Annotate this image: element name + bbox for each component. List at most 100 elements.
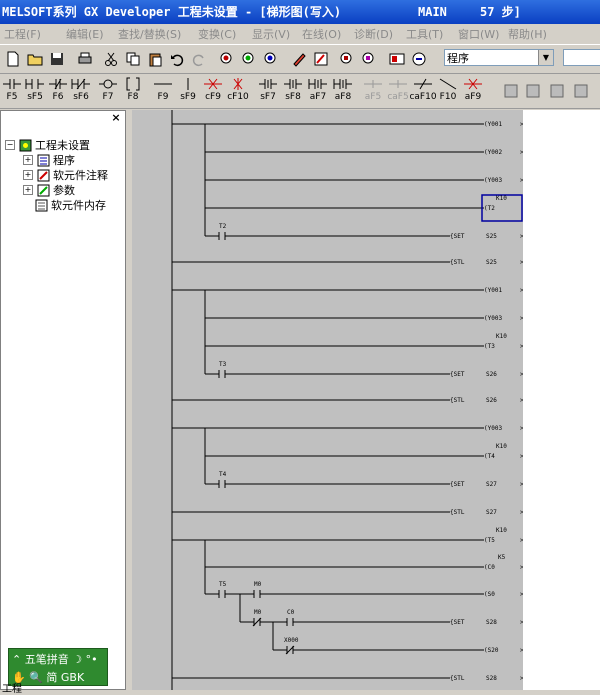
ime-name: 五笔拼音	[24, 653, 69, 666]
ladder-margin	[523, 110, 600, 690]
key-label: caF10	[409, 92, 437, 102]
comment-edit-icon[interactable]	[288, 48, 310, 70]
ime-status-bar[interactable]: ⌃ 五笔拼音 ☽ °• ✋ 🔍 简 GBK	[8, 648, 108, 686]
menu-project[interactable]: 工程(F)	[4, 26, 41, 42]
menu-tools[interactable]: 工具(T)	[406, 26, 443, 42]
tree-item-device-memory[interactable]: 软元件内存	[35, 197, 106, 213]
find-device-icon[interactable]	[216, 48, 238, 70]
coil-y001: (Y001	[484, 121, 502, 128]
invert-button[interactable]: caF10	[409, 76, 437, 106]
coil-y002: (Y002	[484, 149, 502, 156]
ime-mode: 简 GBK	[46, 671, 85, 684]
rising-edge-button[interactable]: sF7	[257, 76, 279, 106]
key-label: caF5	[387, 92, 409, 102]
delete-vertical-button[interactable]: cF10	[227, 76, 249, 106]
open-folder-icon[interactable]	[24, 48, 46, 70]
monitor-write-icon[interactable]	[358, 48, 380, 70]
find-contact-icon[interactable]	[260, 48, 282, 70]
contact-t3: T3	[219, 361, 227, 368]
write-mode-icon[interactable]	[522, 80, 544, 102]
step-icon[interactable]	[570, 80, 592, 102]
ladder-diagram[interactable]: > > > > > > > > > > > > > > > > > > > > …	[132, 110, 523, 690]
falling-edge-button[interactable]: sF8	[282, 76, 304, 106]
parallel-nc-contact-icon	[71, 78, 90, 90]
delete-vertical-icon	[233, 78, 243, 90]
paste-icon[interactable]	[144, 48, 166, 70]
monitor-icon[interactable]	[336, 48, 358, 70]
menu-window[interactable]: 窗口(W)	[458, 26, 499, 42]
k-value: K10	[496, 443, 507, 450]
contact-m0: M0	[254, 609, 262, 616]
tree-item-comment[interactable]: + 软元件注释	[23, 167, 108, 183]
vertical-line-button[interactable]: sF9	[177, 76, 199, 106]
bottom-tab-label[interactable]: 工程	[2, 680, 22, 695]
operand-s25: S25	[486, 259, 497, 266]
delete-horizontal-button[interactable]: cF9	[202, 76, 224, 106]
delete-line-button[interactable]: aF9	[462, 76, 484, 106]
parallel-no-contact-button[interactable]: sF5	[24, 76, 46, 106]
tree-item-program[interactable]: + 程序	[23, 152, 75, 168]
no-contact-button[interactable]: F5	[1, 76, 23, 106]
print-icon[interactable]	[74, 48, 96, 70]
expand-icon[interactable]: +	[23, 170, 33, 180]
collapse-icon[interactable]: −	[5, 140, 15, 150]
copy-icon[interactable]	[122, 48, 144, 70]
k-value: K5	[498, 554, 506, 561]
invert-icon	[414, 78, 432, 90]
key-label: F7	[102, 92, 114, 102]
menu-help[interactable]: 帮助(H)	[508, 26, 547, 42]
program-select-value: 程序	[447, 52, 469, 65]
nc-contact-button[interactable]: F6	[47, 76, 69, 106]
parallel-nc-contact-button[interactable]: sF6	[70, 76, 92, 106]
save-icon[interactable]	[46, 48, 68, 70]
menu-convert[interactable]: 变换(C)	[198, 26, 236, 42]
device-memory-icon	[35, 199, 48, 211]
operation-falling-icon	[389, 80, 407, 88]
undo-icon[interactable]	[166, 48, 188, 70]
secondary-select[interactable]	[563, 49, 600, 66]
device-comment-icon	[37, 169, 50, 181]
key-label: F10	[439, 92, 457, 102]
cut-icon[interactable]	[100, 48, 122, 70]
inst-stl: {STL	[450, 675, 465, 682]
read-mode-icon[interactable]	[500, 80, 522, 102]
expand-icon[interactable]: +	[23, 185, 33, 195]
menu-view[interactable]: 显示(V)	[252, 26, 290, 42]
program-select[interactable]: 程序 ▼	[444, 49, 554, 66]
parallel-rising-button[interactable]: aF7	[307, 76, 329, 106]
operand-s27: S27	[486, 509, 497, 516]
expand-icon[interactable]: +	[23, 155, 33, 165]
draw-line-button[interactable]: F10	[437, 76, 459, 106]
contact-t4: T4	[219, 471, 227, 478]
tree-item-parameter[interactable]: + 参数	[23, 182, 75, 198]
coil-y001: (Y001	[484, 287, 502, 294]
operand-s26: S26	[486, 397, 497, 404]
find-instruction-icon[interactable]	[238, 48, 260, 70]
project-tree: − 工程未设置 + 程序 + 软元件注释 + 参数 软元件内存	[0, 110, 126, 690]
chevron-down-icon[interactable]: ▼	[538, 50, 553, 65]
menu-diagnostics[interactable]: 诊断(D)	[354, 26, 393, 42]
operand-s28: S28	[486, 675, 497, 682]
nc-contact-icon	[49, 78, 67, 90]
coil-t5: (T5	[484, 537, 495, 544]
menu-find-replace[interactable]: 查找/替换(S)	[118, 26, 181, 42]
coil-y003: (Y003	[484, 315, 502, 322]
parallel-falling-button[interactable]: aF8	[332, 76, 354, 106]
close-icon[interactable]: ×	[109, 112, 123, 124]
coil-t4: (T4	[484, 453, 495, 460]
coil-icon	[99, 79, 117, 89]
new-file-icon[interactable]	[2, 48, 24, 70]
application-instruction-button[interactable]: F8	[122, 76, 144, 106]
horizontal-line-button[interactable]: F9	[152, 76, 174, 106]
tree-root[interactable]: − 工程未设置	[5, 137, 90, 153]
statement-edit-icon[interactable]	[310, 48, 332, 70]
menu-online[interactable]: 在线(O)	[302, 26, 341, 42]
plc-read-icon[interactable]	[386, 48, 408, 70]
monitor-mode-icon[interactable]	[546, 80, 568, 102]
rising-edge-icon	[259, 79, 277, 89]
key-label: sF7	[260, 92, 276, 102]
coil-button[interactable]: F7	[97, 76, 119, 106]
menu-edit[interactable]: 编辑(E)	[66, 26, 104, 42]
plc-write-icon[interactable]	[408, 48, 430, 70]
project-icon	[19, 139, 32, 151]
